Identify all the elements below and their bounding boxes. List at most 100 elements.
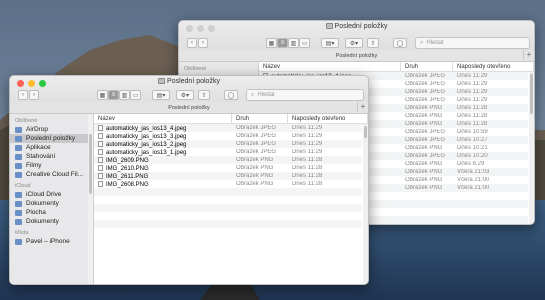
- file-name: automaticky_jas_ios13_1.jpeg: [106, 149, 187, 156]
- column-kind[interactable]: Druh: [232, 114, 288, 123]
- file-date: Dnes 11:29: [457, 73, 488, 79]
- gallery-view-button[interactable]: ▭: [130, 90, 141, 100]
- finder-window-foreground[interactable]: Poslední položky ‹ › ▦ ≡ ▥ ▭ ▤▾ ⚙▾ ⇧ ◯ ⌕…: [9, 75, 369, 285]
- column-date[interactable]: Naposledy otevřeno: [453, 62, 534, 71]
- empty-row: [94, 220, 362, 228]
- table-row[interactable]: automaticky_jas_ios13_3.jpeg Obrázek JPEG…: [94, 132, 362, 140]
- group-button[interactable]: ▤▾: [152, 90, 170, 100]
- column-kind[interactable]: Druh: [401, 62, 453, 71]
- search-field[interactable]: ⌕ Hledat: [246, 89, 364, 101]
- file-name: IMG_2608.PNG: [106, 181, 149, 188]
- folder-icon: [15, 153, 22, 160]
- column-view-button[interactable]: ▥: [288, 38, 299, 48]
- add-tab-button[interactable]: +: [357, 102, 368, 112]
- file-name: IMG_2611.PNG: [106, 173, 149, 180]
- table-row[interactable]: automaticky_jas_ios13_2.jpeg Obrázek JPEG…: [94, 140, 362, 148]
- search-placeholder: Hledat: [257, 92, 275, 98]
- file-kind: Obrázek PNG: [405, 113, 443, 119]
- file-kind: Obrázek JPEG: [236, 133, 277, 139]
- sidebar-item[interactable]: Dokumenty: [10, 199, 93, 208]
- table-row[interactable]: IMG_2609.PNG Obrázek PNG Dnes 11:28: [94, 156, 362, 164]
- file-date: Dnes 11:29: [457, 81, 488, 87]
- group-button[interactable]: ▤▾: [321, 38, 339, 48]
- table-row[interactable]: automaticky_jas_ios13_4.jpeg Obrázek JPEG…: [94, 124, 362, 132]
- file-date: Dnes 11:29: [457, 89, 488, 95]
- back-nav-button[interactable]: ‹: [18, 90, 28, 100]
- share-button[interactable]: ⇧: [198, 90, 210, 100]
- file-kind: Obrázek JPEG: [405, 73, 446, 79]
- file-name: IMG_2609.PNG: [106, 157, 149, 164]
- sidebar-item[interactable]: Creative Cloud Fil...: [10, 170, 93, 179]
- gallery-view-button[interactable]: ▭: [299, 38, 310, 48]
- icon-view-button[interactable]: ▦: [97, 90, 108, 100]
- sidebar-header: Oblíbené: [15, 118, 38, 124]
- sidebar-item[interactable]: iCloud Drive: [10, 190, 93, 199]
- file-date: Dnes 10:59: [457, 129, 488, 135]
- file-date: Včera 21:03: [457, 169, 490, 175]
- forward-nav-button[interactable]: ›: [29, 90, 39, 100]
- folder-icon: [158, 78, 166, 84]
- list-view-button[interactable]: ≡: [108, 90, 119, 100]
- column-date[interactable]: Naposledy otevřeno: [288, 114, 368, 123]
- column-name[interactable]: Název: [259, 62, 401, 71]
- file-date: Včera 21:00: [457, 185, 490, 191]
- file-date: Včera 21:00: [457, 177, 490, 183]
- sidebar-item[interactable]: Dokumenty: [10, 217, 93, 226]
- file-date: Dnes 6:29: [457, 161, 485, 167]
- action-button[interactable]: ⚙▾: [345, 38, 363, 48]
- file-icon: [98, 124, 103, 131]
- sidebar-item[interactable]: AirDrop: [10, 125, 93, 134]
- file-date: Dnes 10:27: [457, 137, 488, 143]
- file-date: Dnes 10:20: [457, 153, 488, 159]
- file-date: Dnes 11:29: [457, 97, 488, 103]
- sidebar-item[interactable]: Stahování: [10, 152, 93, 161]
- folder-icon: [15, 135, 22, 142]
- sidebar-header-favorites: Oblíbené: [184, 66, 207, 72]
- forward-nav-button[interactable]: ›: [198, 38, 208, 48]
- action-button[interactable]: ⚙▾: [176, 90, 194, 100]
- titlebar[interactable]: Poslední položky ‹ › ▦ ≡ ▥ ▭ ▤▾ ⚙▾ ⇧ ◯ ⌕…: [10, 76, 368, 117]
- sidebar-scrollbar[interactable]: [88, 114, 93, 284]
- table-row[interactable]: IMG_2610.PNG Obrázek PNG Dnes 11:28: [94, 164, 362, 172]
- search-icon: ⌕: [251, 91, 255, 98]
- list-view-button[interactable]: ≡: [277, 38, 288, 48]
- folder-icon: [15, 200, 22, 207]
- tag-button[interactable]: ◯: [224, 90, 238, 100]
- search-field[interactable]: ⌕ Hledat: [415, 37, 530, 49]
- file-kind: Obrázek PNG: [405, 161, 443, 167]
- sidebar-item[interactable]: Filmy: [10, 161, 93, 170]
- share-button[interactable]: ⇧: [367, 38, 379, 48]
- file-kind: Obrázek PNG: [405, 185, 443, 191]
- column-headers: Název Druh Naposledy otevřeno: [259, 62, 534, 72]
- scrollbar[interactable]: [363, 124, 368, 284]
- column-view-button[interactable]: ▥: [119, 90, 130, 100]
- file-kind: Obrázek PNG: [236, 173, 274, 179]
- icon-view-button[interactable]: ▦: [266, 38, 277, 48]
- sidebar-item[interactable]: Poslední položky: [10, 134, 93, 143]
- column-headers: Název Druh Naposledy otevřeno: [94, 114, 368, 124]
- add-tab-button[interactable]: +: [523, 50, 534, 60]
- tag-button[interactable]: ◯: [393, 38, 407, 48]
- file-date: Dnes 11:28: [292, 173, 323, 179]
- folder-icon: [15, 162, 22, 169]
- file-icon: [98, 132, 103, 139]
- folder-icon: [15, 191, 22, 198]
- file-date: Dnes 11:28: [292, 157, 323, 163]
- file-name-cell: IMG_2608.PNG: [94, 180, 232, 188]
- window-title-text: Poslední položky: [167, 78, 220, 85]
- back-nav-button[interactable]: ‹: [187, 38, 197, 48]
- column-name[interactable]: Název: [94, 114, 232, 123]
- sidebar-item[interactable]: Aplikace: [10, 143, 93, 152]
- file-kind: Obrázek PNG: [405, 169, 443, 175]
- window-title: Poslední položky: [179, 23, 534, 30]
- table-row[interactable]: automaticky_jas_ios13_1.jpeg Obrázek JPEG…: [94, 148, 362, 156]
- titlebar[interactable]: Poslední položky ‹ › ▦ ≡ ▥ ▭ ▤▾ ⚙▾ ⇧ ◯ ⌕…: [179, 21, 534, 62]
- scrollbar[interactable]: [529, 72, 534, 224]
- table-row[interactable]: IMG_2608.PNG Obrázek PNG Dnes 11:28: [94, 180, 362, 188]
- sidebar-item[interactable]: Plocha: [10, 208, 93, 217]
- table-row[interactable]: IMG_2611.PNG Obrázek PNG Dnes 11:28: [94, 172, 362, 180]
- file-kind: Obrázek PNG: [236, 165, 274, 171]
- sidebar-item[interactable]: Pavel – iPhone: [10, 237, 93, 246]
- file-kind: Obrázek PNG: [405, 145, 443, 151]
- file-icon: [98, 140, 103, 147]
